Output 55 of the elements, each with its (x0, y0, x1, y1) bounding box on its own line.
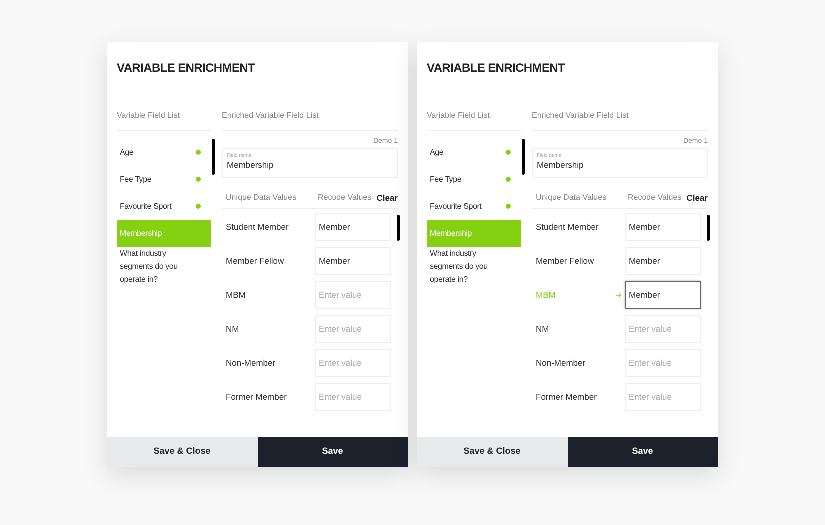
column-heading: Variable Field List (117, 111, 180, 120)
scrollbar-thumb (212, 139, 215, 175)
field-list-item[interactable]: What industry segments do you operate in? (117, 247, 211, 286)
field-list-item[interactable]: Favourite Sport (117, 193, 211, 220)
dialog-title: VARIABLE ENRICHMENT (117, 62, 256, 74)
field-list-item[interactable]: Age (427, 139, 521, 166)
data-value: Member Fellow (226, 254, 286, 268)
column-heading: Variable Field List (427, 111, 490, 120)
data-value: NM (226, 322, 240, 336)
column-heading: Recode Values (318, 192, 373, 204)
field-list-item[interactable]: Age (117, 139, 211, 166)
recode-input[interactable]: Member (625, 213, 701, 242)
data-value: MBM (536, 288, 557, 302)
scrollbar-thumb (397, 215, 400, 242)
field-value: Membership (227, 159, 275, 171)
recode-input[interactable]: Member (625, 247, 701, 276)
recode-input[interactable]: Enter value (625, 315, 701, 344)
save-button[interactable]: Save (568, 437, 718, 467)
save-button[interactable]: Save (258, 437, 408, 467)
recode-input[interactable]: Enter value (315, 281, 391, 310)
data-value: Former Member (226, 390, 288, 404)
save-close-button[interactable]: Save & Close (107, 437, 258, 467)
data-value: MBM (226, 288, 247, 302)
field-list-item[interactable]: Fee Type (427, 166, 521, 193)
recode-input[interactable]: Enter value (625, 383, 701, 412)
clear-button[interactable]: Clear (686, 192, 708, 204)
recode-input[interactable]: Enter value (315, 383, 391, 412)
data-value: Non-Member (226, 356, 277, 370)
scrollbar-thumb (522, 139, 525, 175)
column-heading: Unique Data Values (226, 192, 298, 204)
recode-input[interactable]: Enter value (625, 349, 701, 378)
clear-button[interactable]: Clear (376, 192, 398, 204)
data-value: Former Member (536, 390, 598, 404)
recode-input[interactable]: Enter value (315, 349, 391, 378)
recode-input[interactable]: Member (625, 281, 701, 310)
column-heading: Enriched Variable Field List (532, 111, 629, 120)
recode-input[interactable]: Member (315, 213, 391, 242)
dialog-title: VARIABLE ENRICHMENT (427, 62, 566, 74)
field-list-item[interactable]: Favourite Sport (427, 193, 521, 220)
field-list-item[interactable]: Fee Type (117, 166, 211, 193)
field-list-item[interactable]: What industry segments do you operate in? (427, 247, 521, 286)
data-value: NM (536, 322, 550, 336)
column-heading: Unique Data Values (536, 192, 608, 204)
arrow-icon (616, 292, 622, 298)
data-value: Member Fellow (536, 254, 596, 268)
recode-input[interactable]: Member (315, 247, 391, 276)
data-value: Non-Member (536, 356, 587, 370)
scrollbar-thumb (707, 215, 710, 242)
save-close-button[interactable]: Save & Close (417, 437, 568, 467)
field-value: Membership (537, 159, 585, 171)
column-heading: Enriched Variable Field List (222, 111, 319, 120)
data-value: Student Member (226, 220, 290, 234)
recode-input[interactable]: Enter value (315, 315, 391, 344)
data-value: Student Member (536, 220, 600, 234)
column-heading: Recode Values (628, 192, 683, 204)
